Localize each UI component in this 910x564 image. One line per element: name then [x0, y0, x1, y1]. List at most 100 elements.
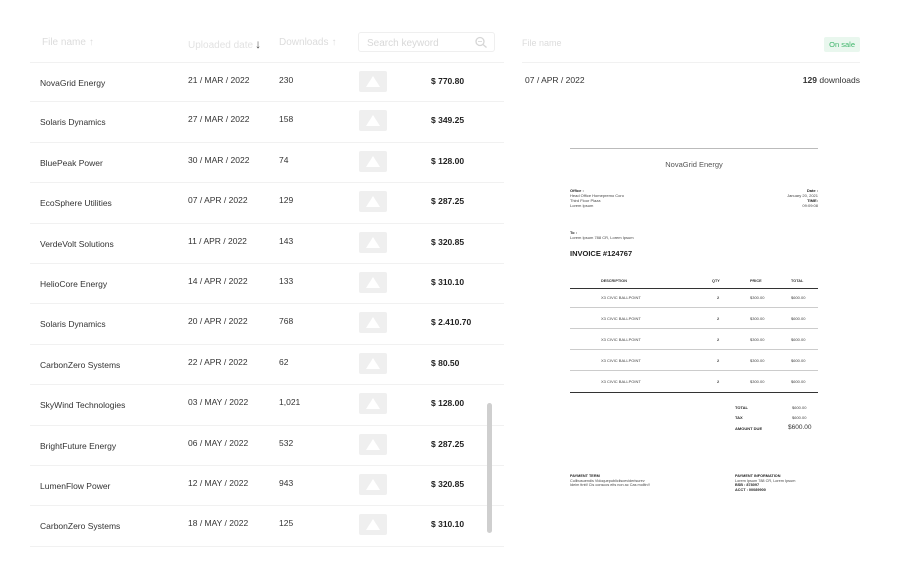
file-price: $ 770.80	[431, 76, 465, 86]
uploaded-date: 22 / APR / 2022	[188, 356, 248, 367]
table-row[interactable]: NovaGrid Energy 21 / MAR / 2022 230 $ 770.8…	[30, 62, 504, 103]
file-name: HelioCore Energy	[40, 278, 108, 289]
invoice-col-price: PRICE	[750, 279, 762, 283]
image-placeholder-icon	[366, 317, 380, 329]
table-row[interactable]: BrightFuture Energy 06 / MAY / 2022 532 $ 2…	[30, 426, 504, 466]
file-thumbnail[interactable]	[359, 271, 387, 293]
image-placeholder-icon	[366, 519, 380, 531]
column-header-downloads[interactable]: Downloads ↑	[279, 37, 336, 48]
invoice-amount-due-label: AMOUNT DUE	[735, 426, 763, 431]
download-count: 532	[279, 437, 294, 448]
image-placeholder-icon	[366, 438, 380, 450]
column-header-file-name[interactable]: File name ↑	[42, 37, 94, 48]
invoice-item-total: $600.00	[791, 295, 806, 300]
invoice-total-value: $600.00	[792, 405, 807, 410]
invoice-amount-due-value: $600.00	[788, 424, 812, 431]
table-body: NovaGrid Energy 21 / MAR / 2022 230 $ 770.8…	[30, 62, 504, 547]
invoice-item-desc: X3 CIVIC BALLPOINT	[601, 295, 641, 300]
column-header-label: Uploaded date	[188, 40, 254, 51]
download-count: 230	[279, 75, 294, 85]
invoice-total-label: TOTAL	[735, 405, 748, 410]
file-name: SkyWind Technologies	[40, 400, 126, 411]
invoice-tax-value: $600.00	[792, 415, 807, 420]
invoice-office-line: Lorem Ipsum	[570, 203, 594, 208]
sort-up-icon: ↑	[88, 37, 94, 48]
uploaded-date: 03 / MAY / 2022	[188, 397, 249, 408]
column-header-label: File name	[42, 37, 86, 48]
image-placeholder-icon	[366, 115, 380, 127]
file-thumbnail[interactable]	[359, 231, 387, 253]
column-header-uploaded-date[interactable]: Uploaded date ↓	[188, 37, 261, 51]
table-row[interactable]: Solaris Dynamics 20 / APR / 2022 768 $ 2.41…	[30, 304, 504, 345]
table-row[interactable]: CarbonZero Systems 18 / MAY / 2022 125 $ 31…	[30, 506, 504, 547]
invoice-item-price: $300.00	[750, 316, 765, 321]
table-header: File name ↑ Uploaded date ↓ Downloads ↑	[0, 28, 506, 58]
invoice-item-qty: 2	[717, 316, 720, 321]
file-name: Solaris Dynamics	[40, 319, 106, 330]
panel-date: 07 / APR / 2022	[525, 75, 585, 85]
download-count: 768	[279, 316, 294, 327]
image-placeholder-icon	[366, 398, 380, 410]
uploaded-date: 14 / APR / 2022	[188, 275, 248, 286]
file-price: $ 287.25	[431, 196, 465, 207]
payment-info-line: ACCT : 00089900	[735, 487, 766, 492]
file-thumbnail[interactable]	[359, 514, 387, 536]
divider	[522, 62, 860, 63]
payment-term-line: Ideim ttntt! Cis conscos eits non ac Cas…	[570, 483, 650, 488]
invoice-header-rule	[570, 288, 818, 289]
downloads-count: 129	[802, 75, 817, 85]
downloads-label: downloads	[819, 75, 860, 85]
file-thumbnail[interactable]	[359, 110, 387, 132]
table-row[interactable]: Solaris Dynamics 27 / MAR / 2022 158 $ 349.…	[30, 102, 504, 143]
invoice-item-total: $600.00	[791, 358, 806, 363]
invoice-item-qty: 2	[717, 337, 720, 342]
invoice-col-total: TOTAL	[791, 279, 804, 283]
file-thumbnail[interactable]	[359, 150, 387, 172]
invoice-col-description: DESCRIPTION	[601, 279, 627, 283]
uploaded-date: 21 / MAR / 2022	[188, 75, 250, 85]
download-count: 125	[279, 518, 294, 529]
download-count: 74	[279, 154, 289, 165]
file-thumbnail[interactable]	[359, 352, 387, 374]
file-name: Solaris Dynamics	[40, 117, 106, 128]
invoice-item-price: $300.00	[750, 358, 765, 363]
image-placeholder-icon	[366, 357, 380, 369]
file-name: EcoSphere Utilities	[40, 198, 112, 209]
file-thumbnail[interactable]	[359, 312, 387, 334]
search-input[interactable]	[359, 34, 467, 53]
invoice-to-value: Lorem Ipsum 788 CR, Lorem Ipsum	[570, 235, 634, 240]
table-row[interactable]: VerdeVolt Solutions 11 / APR / 2022 143 $ 3…	[30, 224, 504, 264]
table-row[interactable]: HelioCore Energy 14 / APR / 2022 133 $ 310.…	[30, 264, 504, 305]
download-count: 1,021	[279, 397, 301, 408]
invoice-items-rule	[570, 392, 818, 393]
invoice-item-divider	[570, 349, 818, 350]
invoice-item-price: $300.00	[750, 379, 765, 384]
search-icon[interactable]	[474, 36, 488, 48]
file-price: $ 80.50	[431, 357, 460, 368]
scrollbar-thumb[interactable]	[487, 403, 492, 533]
invoice-item-desc: X3 CIVIC BALLPOINT	[601, 358, 641, 363]
table-row[interactable]: LumenFlow Power 12 / MAY / 2022 943 $ 320.8…	[30, 466, 504, 507]
invoice-date: Date : January 20, 2021 TIME: 09:09:08	[787, 188, 818, 208]
download-count: 143	[279, 235, 294, 246]
file-thumbnail[interactable]	[359, 473, 387, 495]
table-row[interactable]: EcoSphere Utilities 07 / APR / 2022 129 $ 2…	[30, 183, 504, 224]
file-thumbnail[interactable]	[359, 433, 387, 455]
table-row[interactable]: CarbonZero Systems 22 / APR / 2022 62 $ 80.…	[30, 345, 504, 386]
invoice-item-desc: X3 CIVIC BALLPOINT	[601, 316, 641, 321]
invoice-office: Office : Head Office Homepremo Coro Thir…	[570, 188, 624, 208]
file-thumbnail[interactable]	[359, 191, 387, 213]
file-thumbnail[interactable]	[359, 71, 387, 92]
uploaded-date: 20 / APR / 2022	[188, 316, 248, 327]
file-thumbnail[interactable]	[359, 393, 387, 415]
download-count: 129	[279, 195, 294, 206]
table-row[interactable]: SkyWind Technologies 03 / MAY / 2022 1,021…	[30, 385, 504, 426]
uploaded-date: 12 / MAY / 2022	[188, 477, 249, 488]
file-price: $ 320.85	[431, 478, 465, 489]
invoice-item-total: $600.00	[791, 379, 806, 384]
invoice-item-qty: 2	[717, 358, 720, 363]
image-placeholder-icon	[366, 478, 380, 490]
uploaded-date: 11 / APR / 2022	[188, 235, 247, 246]
file-price: $ 128.00	[431, 398, 465, 409]
table-row[interactable]: BluePeak Power 30 / MAR / 2022 74 $ 128.00	[30, 143, 504, 184]
